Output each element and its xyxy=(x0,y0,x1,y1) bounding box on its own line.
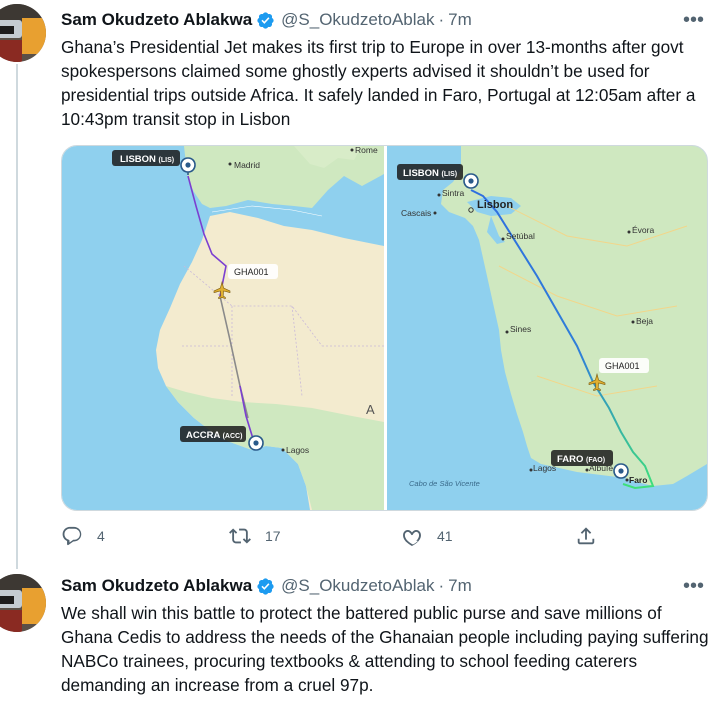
retweet-count: 17 xyxy=(265,528,281,544)
author-handle[interactable]: @S_OkudzetoAblak xyxy=(281,10,434,30)
retweet-button[interactable]: 17 xyxy=(229,522,281,550)
location-pin-icon xyxy=(613,463,629,479)
tweet-action-bar: 4 17 41 xyxy=(61,522,621,550)
svg-text:GHA001: GHA001 xyxy=(234,267,269,277)
more-options-icon[interactable]: ••• xyxy=(683,9,704,32)
thread-connector-line xyxy=(16,64,18,569)
reply-icon xyxy=(62,526,82,546)
avatar[interactable] xyxy=(0,574,46,632)
timestamp[interactable]: 7m xyxy=(448,10,472,30)
more-options-icon[interactable]: ••• xyxy=(683,575,704,598)
place-evora: Évora xyxy=(632,225,654,235)
flight-label-gha001: GHA001 xyxy=(228,264,278,279)
timestamp[interactable]: 7m xyxy=(448,576,472,596)
tweet-text: Ghana’s Presidential Jet makes its first… xyxy=(61,37,696,129)
origin-label-lisbon: LISBON (LIS) xyxy=(397,164,463,180)
tweet-text: We shall win this battle to protect the … xyxy=(61,603,709,695)
author-handle[interactable]: @S_OkudzetoAblak xyxy=(281,576,434,596)
like-button[interactable]: 41 xyxy=(401,522,453,550)
svg-text:GHA001: GHA001 xyxy=(605,361,640,371)
share-icon xyxy=(577,527,595,545)
place-lisbon: Lisbon xyxy=(477,199,513,211)
location-pin-icon xyxy=(463,173,479,189)
retweet-icon xyxy=(229,528,251,544)
reply-count: 4 xyxy=(97,528,105,544)
location-pin-icon xyxy=(248,435,264,451)
place-cascais: Cascais xyxy=(401,208,431,218)
verified-badge-icon xyxy=(257,11,274,29)
place-sines: Sines xyxy=(510,324,531,334)
place-faro: Faro xyxy=(629,475,647,485)
dest-label-accra: ACCRA (ACC) xyxy=(180,426,246,442)
place-cabo-sao-vicente: Cabo de São Vicente xyxy=(409,479,480,488)
place-madrid: Madrid xyxy=(234,160,260,170)
place-albufeira: Albufe xyxy=(589,463,613,473)
like-count: 41 xyxy=(437,528,453,544)
place-rome: Rome xyxy=(355,146,378,155)
verified-badge-icon xyxy=(257,577,274,595)
separator-dot: · xyxy=(438,10,445,29)
reply-button[interactable]: 4 xyxy=(61,522,105,550)
tweet-header: Sam Okudzeto Ablakwa @S_OkudzetoAblak · … xyxy=(61,575,472,597)
heart-icon xyxy=(403,530,421,547)
origin-label-lisbon: LISBON (LIS) xyxy=(112,150,180,166)
place-africa-partial: A xyxy=(366,402,375,417)
author-name[interactable]: Sam Okudzeto Ablakwa xyxy=(61,10,252,30)
separator-dot: · xyxy=(438,576,445,595)
flight-map-lisbon-faro[interactable]: LISBON (LIS) GHA001 FARO (FAO) Sintra Li… xyxy=(387,146,707,510)
place-beja: Beja xyxy=(636,316,653,326)
place-lagos: Lagos xyxy=(286,445,309,455)
flight-map-lisbon-accra[interactable]: LISBON (LIS) GHA001 ACCRA (ACC) Madrid R… xyxy=(62,146,384,510)
tweet-header: Sam Okudzeto Ablakwa @S_OkudzetoAblak · … xyxy=(61,9,472,31)
tweet-media[interactable]: LISBON (LIS) GHA001 ACCRA (ACC) Madrid R… xyxy=(61,145,708,511)
place-setubal: Setúbal xyxy=(506,231,535,241)
avatar[interactable] xyxy=(0,4,46,62)
share-button[interactable] xyxy=(575,522,597,550)
place-lagos: Lagos xyxy=(533,463,556,473)
flight-label-gha001: GHA001 xyxy=(599,358,649,373)
place-sintra: Sintra xyxy=(442,188,464,198)
author-name[interactable]: Sam Okudzeto Ablakwa xyxy=(61,576,252,596)
